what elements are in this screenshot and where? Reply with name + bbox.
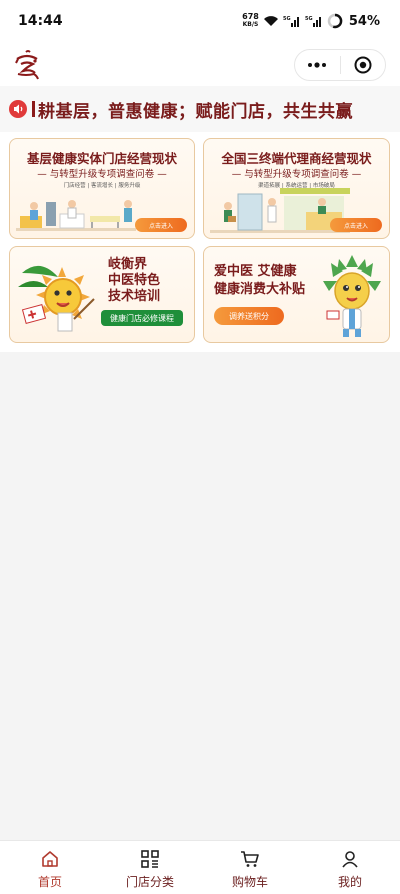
net-speed-value: 678 [242, 12, 259, 21]
points-reward-button[interactable]: 调养送积分 [214, 307, 284, 325]
battery-level: 54% [348, 13, 380, 29]
subsidy-line-1: 爱中医 艾健康 [214, 264, 297, 279]
store-survey-subtitle: — 与转型升级专项调查问卷 — [37, 169, 167, 180]
training-line-1: 岐衡界 [108, 257, 148, 272]
status-bar: 14:44 678 KB/S 5G 5G 54% [0, 0, 400, 46]
mini-program-capsule [294, 49, 386, 81]
net-speed: 678 KB/S [242, 13, 259, 29]
subsidy-line-2: 健康消费大补贴 [214, 282, 306, 297]
sun-mascot-illustration [18, 265, 95, 332]
agent-survey-title: 全国三终端代理商经营现状 [221, 151, 372, 166]
more-dots-icon [308, 62, 327, 68]
net-speed-unit: KB/S [242, 21, 259, 28]
speaker-icon [9, 100, 27, 118]
training-heading: 岐衡界 中医特色 技术培训 [108, 257, 160, 305]
user-icon [342, 851, 358, 868]
home-icon [42, 851, 58, 867]
close-button[interactable] [340, 50, 385, 80]
storefront-scene-illustration [210, 188, 350, 233]
clinic-scene-illustration [16, 200, 136, 231]
agent-survey-subtitle: — 与转型升级专项调查问卷 — [231, 169, 362, 180]
notice-marquee[interactable]: 耕基层，普惠健康；赋能门店，共生共赢 [0, 86, 400, 132]
tab-cart-label: 购物车 [231, 875, 268, 889]
store-survey-title: 基层健康实体门店经营现状 [26, 151, 177, 166]
tab-category-label: 门店分类 [125, 875, 174, 889]
tab-category[interactable]: 门店分类 [100, 841, 200, 894]
svg-text:5G: 5G [283, 16, 291, 22]
training-line-3: 技术培训 [108, 289, 161, 304]
notice-text: 耕基层，普惠健康；赋能门店，共生共赢 [38, 102, 353, 122]
health-subsidy-card[interactable]: 爱中医 艾健康 健康消费大补贴 调养送积分 [203, 246, 390, 343]
battery-ring-icon [327, 13, 343, 29]
bottom-tab-bar: 首页 门店分类 购物车 我的 [0, 840, 400, 894]
tab-profile-label: 我的 [337, 875, 362, 889]
wifi-icon [263, 16, 278, 26]
tab-profile[interactable]: 我的 [300, 841, 400, 894]
signal-5g-icon: 5G [283, 16, 299, 27]
tcm-training-card[interactable]: 岐衡界 中医特色 技术培训 健康门店必修课程 [9, 246, 195, 343]
signal-5g-icon-2: 5G [305, 16, 321, 27]
tab-cart[interactable]: 购物车 [200, 841, 300, 894]
category-grid-icon [141, 850, 159, 868]
more-button[interactable] [295, 50, 340, 80]
cart-icon [241, 851, 259, 867]
herb-mascot-illustration [323, 255, 381, 337]
app-header [0, 46, 400, 86]
agent-survey-enter-button[interactable]: 点击进入 [330, 218, 382, 232]
brand-logo-icon[interactable] [12, 49, 42, 83]
training-line-2: 中医特色 [108, 273, 161, 288]
status-indicators: 678 KB/S 5G 5G 54% [242, 13, 380, 29]
training-course-button[interactable]: 健康门店必修课程 [101, 310, 183, 326]
target-circle-icon [354, 56, 372, 74]
feature-cards: 基层健康实体门店经营现状 — 与转型升级专项调查问卷 — 门店经营 | 客流增长… [0, 132, 400, 352]
subsidy-heading: 爱中医 艾健康 健康消费大补贴 [214, 263, 305, 299]
tab-home-label: 首页 [37, 875, 62, 889]
store-survey-card[interactable]: 基层健康实体门店经营现状 — 与转型升级专项调查问卷 — 门店经营 | 客流增长… [9, 138, 195, 239]
notice-divider [32, 101, 35, 117]
tab-home[interactable]: 首页 [0, 841, 100, 894]
status-time: 14:44 [18, 13, 63, 29]
svg-text:5G: 5G [305, 16, 313, 22]
store-survey-enter-button[interactable]: 点击进入 [135, 218, 187, 232]
agent-survey-card[interactable]: 全国三终端代理商经营现状 — 与转型升级专项调查问卷 — 渠道拓展 | 系统运营… [203, 138, 390, 239]
